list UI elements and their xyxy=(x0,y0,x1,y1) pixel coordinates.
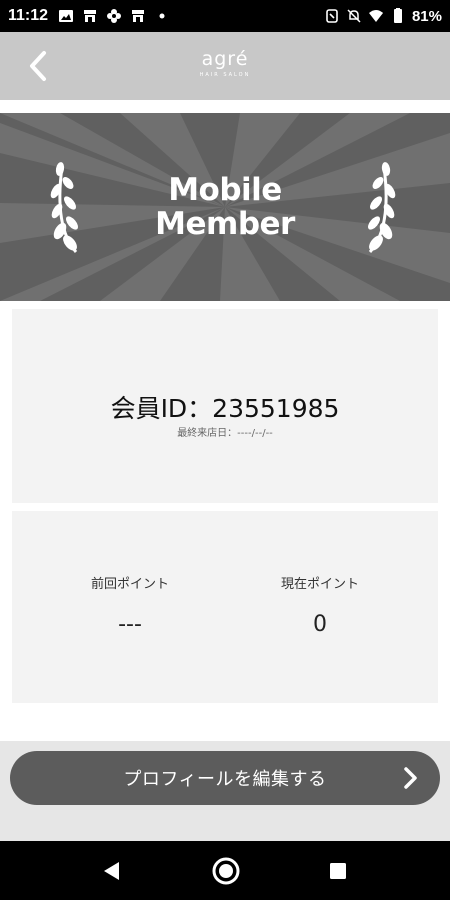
points-card: 前回ポイント --- 現在ポイント 0 xyxy=(12,511,438,703)
edit-profile-button[interactable]: プロフィールを編集する xyxy=(10,751,440,805)
notification-icons xyxy=(58,8,170,24)
current-points: 現在ポイント 0 xyxy=(220,573,420,637)
edit-profile-label: プロフィールを編集する xyxy=(123,769,327,790)
nav-recents-button[interactable] xyxy=(322,855,354,887)
app-header: agré HAIR SALON xyxy=(0,32,450,100)
battery-icon xyxy=(393,8,402,23)
current-points-label: 現在ポイント xyxy=(280,577,359,592)
previous-points-value: --- xyxy=(118,612,142,637)
bottom-action-area: プロフィールを編集する xyxy=(0,741,450,841)
member-banner: Mobile Member xyxy=(0,113,450,301)
last-visit-date: 最終来店日：----/--/-- xyxy=(177,428,273,439)
main-content: 会員ID：23551985 最終来店日：----/--/-- 前回ポイント --… xyxy=(0,301,450,741)
circle-home-icon xyxy=(212,857,240,885)
status-bar: 11:12 81% xyxy=(0,0,450,32)
store-icon xyxy=(132,10,145,22)
banner-title: Mobile Member xyxy=(0,173,450,241)
system-nav-bar xyxy=(0,841,450,900)
mute-icon xyxy=(347,9,361,23)
square-recents-icon xyxy=(330,863,346,879)
image-icon xyxy=(59,10,74,22)
dot-icon xyxy=(159,13,165,19)
flower-icon xyxy=(107,9,122,23)
header-divider xyxy=(0,100,450,112)
logo-tagline: HAIR SALON xyxy=(199,72,251,78)
nfc-icon xyxy=(326,9,338,23)
member-id-card: 会員ID：23551985 最終来店日：----/--/-- xyxy=(12,309,438,503)
status-time: 11:12 xyxy=(8,7,49,24)
nav-back-button[interactable] xyxy=(96,855,128,887)
wifi-icon xyxy=(368,10,383,22)
current-points-value: 0 xyxy=(313,612,327,637)
store-icon xyxy=(84,10,97,22)
previous-points-label: 前回ポイント xyxy=(90,577,169,592)
logo-name: agré xyxy=(201,48,249,70)
chevron-right-icon xyxy=(404,767,417,789)
member-id: 会員ID：23551985 xyxy=(110,394,340,423)
battery-percent: 81% xyxy=(411,7,442,25)
nav-home-button[interactable] xyxy=(210,855,242,887)
brand-logo: agré HAIR SALON xyxy=(0,48,450,78)
triangle-back-icon xyxy=(104,862,119,880)
banner-title-line2: Member xyxy=(155,206,295,242)
banner-title-line1: Mobile xyxy=(168,172,282,208)
system-icons: 81% xyxy=(324,8,442,25)
previous-points: 前回ポイント --- xyxy=(30,573,230,637)
